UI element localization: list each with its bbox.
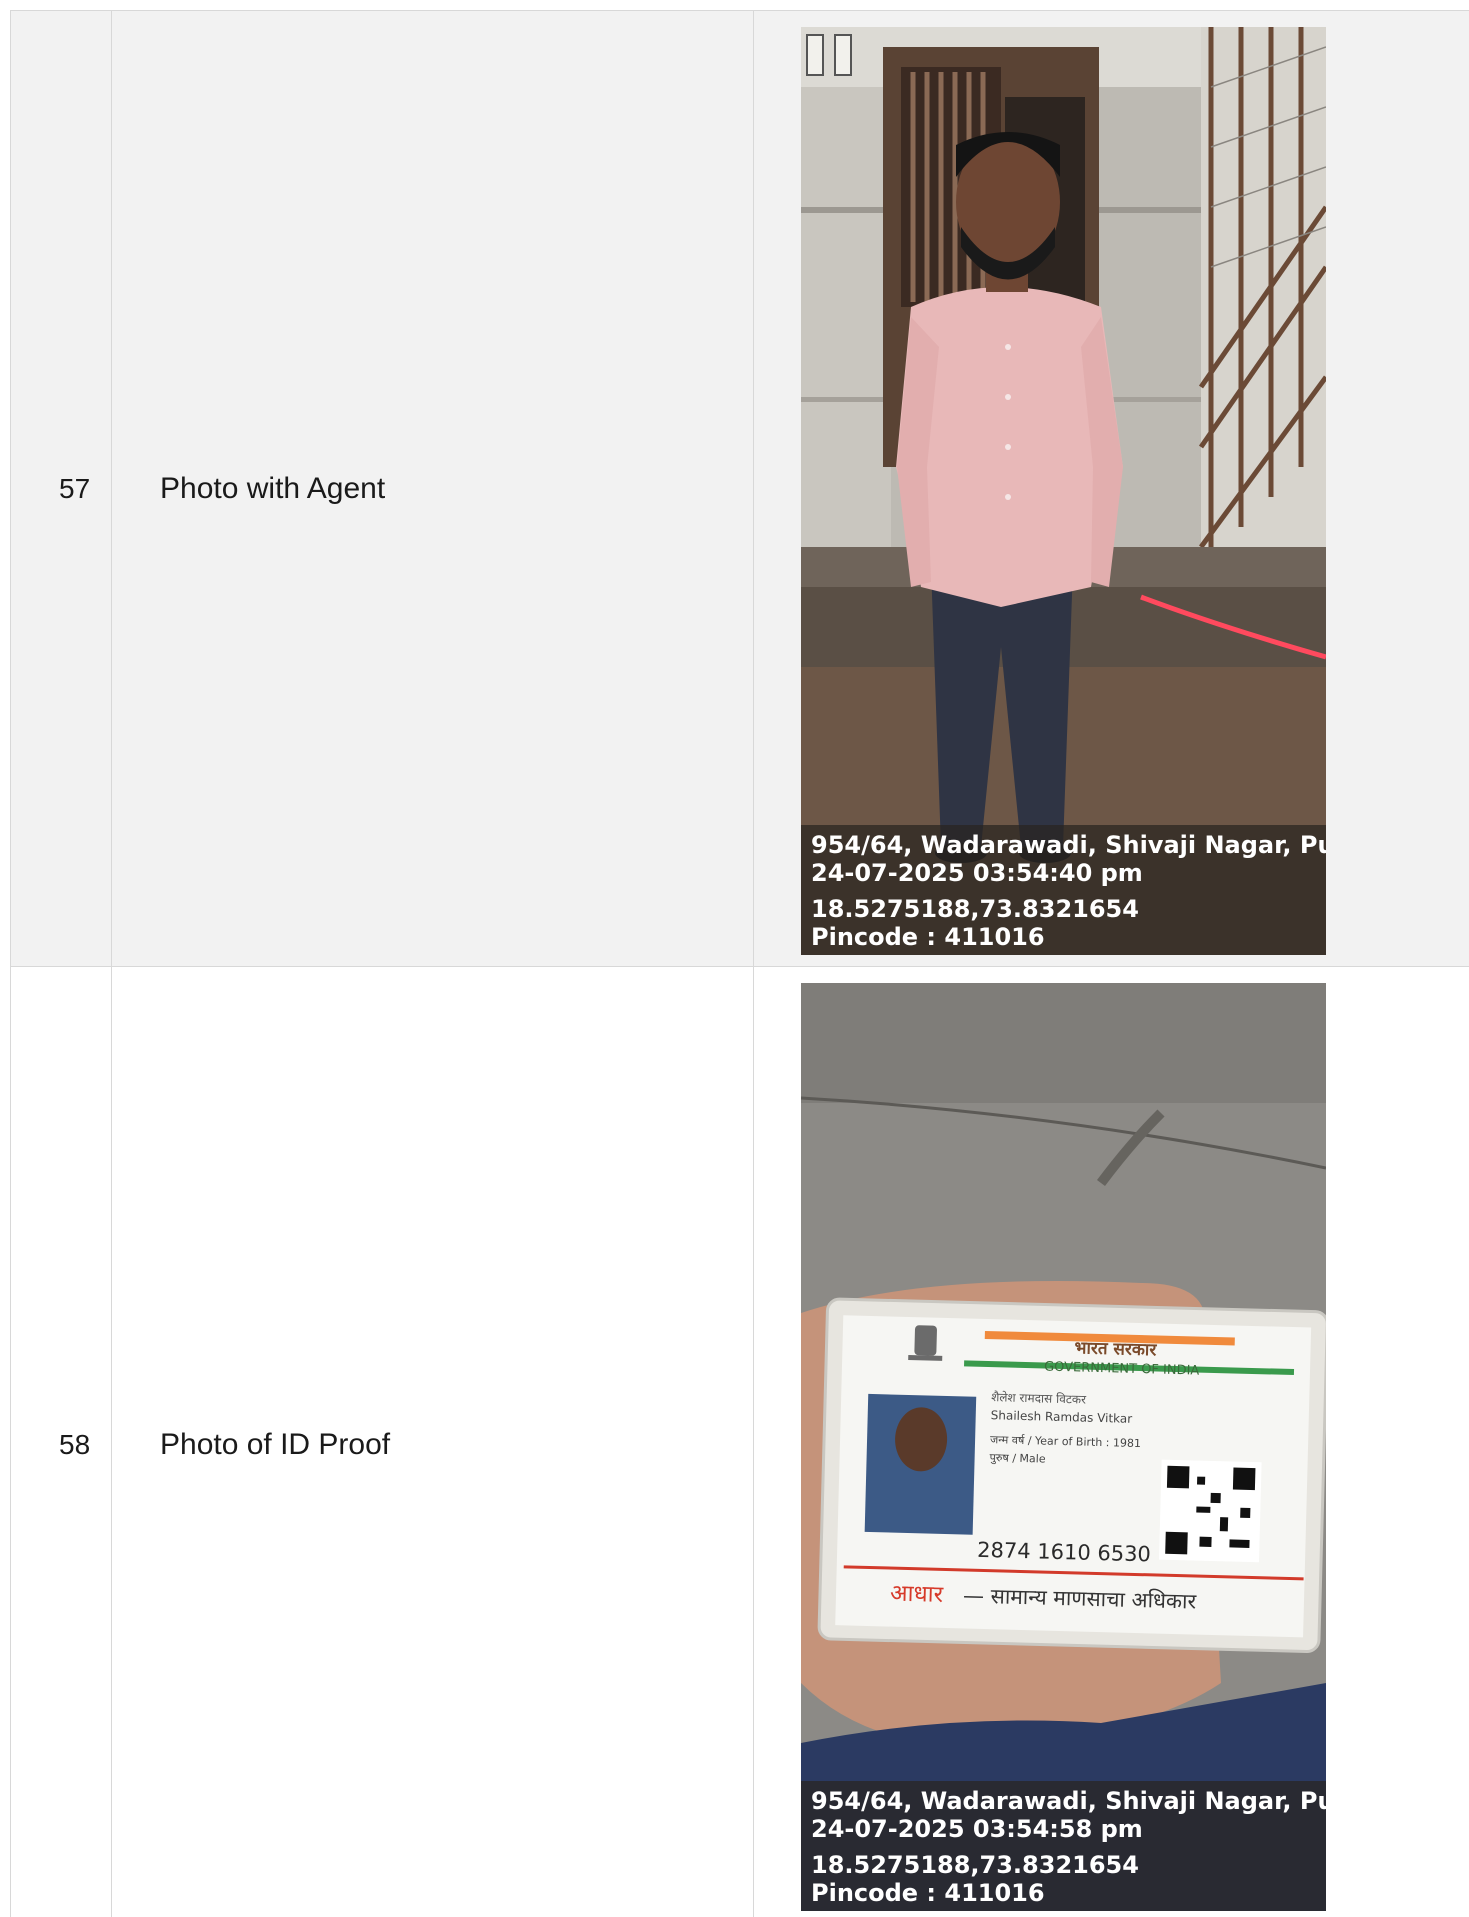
photo-cell: भारत सरकार GOVERNMENT OF INDIA शैलेश राम… [753,966,1469,1917]
geo-stamp: 954/64, Wadarawadi, Shivaji Nagar, Pune,… [801,825,1326,955]
photo-table: 57 Photo with Agent 954/64, Wadarawadi, … [10,10,1469,1917]
table-row: 58 Photo of ID Proof भारत सरकार GOVERNME… [10,966,1469,1917]
row-number: 58 [10,966,112,1917]
geo-coordinates: 18.5275188,73.8321654 [811,1851,1139,1879]
geo-stamp: 954/64, Wadarawadi, Shivaji Nagar, Pune,… [801,1781,1326,1911]
card-number: 2874 1610 6530 [977,1538,1151,1567]
id-proof-image: भारत सरकार GOVERNMENT OF INDIA शैलेश राम… [801,983,1326,1911]
report-page: 57 Photo with Agent 954/64, Wadarawadi, … [0,0,1469,1917]
geo-timestamp: 24-07-2025 03:54:40 pm [811,859,1143,887]
geo-timestamp: 24-07-2025 03:54:58 pm [811,1815,1143,1843]
table-row: 57 Photo with Agent 954/64, Wadarawadi, … [10,10,1469,967]
row-label: Photo with Agent [111,10,754,967]
geo-address: 954/64, Wadarawadi, Shivaji Nagar, Pune,… [811,831,1326,859]
card-name-hindi: शैलेश रामदास विटकर [991,1390,1087,1407]
id-proof-photo: भारत सरकार GOVERNMENT OF INDIA शैलेश राम… [801,983,1326,1911]
geo-address: 954/64, Wadarawadi, Shivaji Nagar, Pune,… [811,1787,1326,1815]
card-header-hindi: भारत सरकार [1074,1338,1157,1360]
geo-pincode: Pincode : 411016 [811,923,1045,951]
card-gender: पुरुष / Male [989,1451,1045,1465]
agent-photo-image [801,27,1326,955]
geo-pincode: Pincode : 411016 [811,1879,1045,1907]
photo-cell: 954/64, Wadarawadi, Shivaji Nagar, Pune,… [753,10,1469,967]
row-label: Photo of ID Proof [111,966,754,1917]
card-brand: आधार [890,1581,944,1608]
agent-photo: 954/64, Wadarawadi, Shivaji Nagar, Pune,… [801,27,1326,955]
geo-coordinates: 18.5275188,73.8321654 [811,895,1139,923]
row-number: 57 [10,10,112,967]
